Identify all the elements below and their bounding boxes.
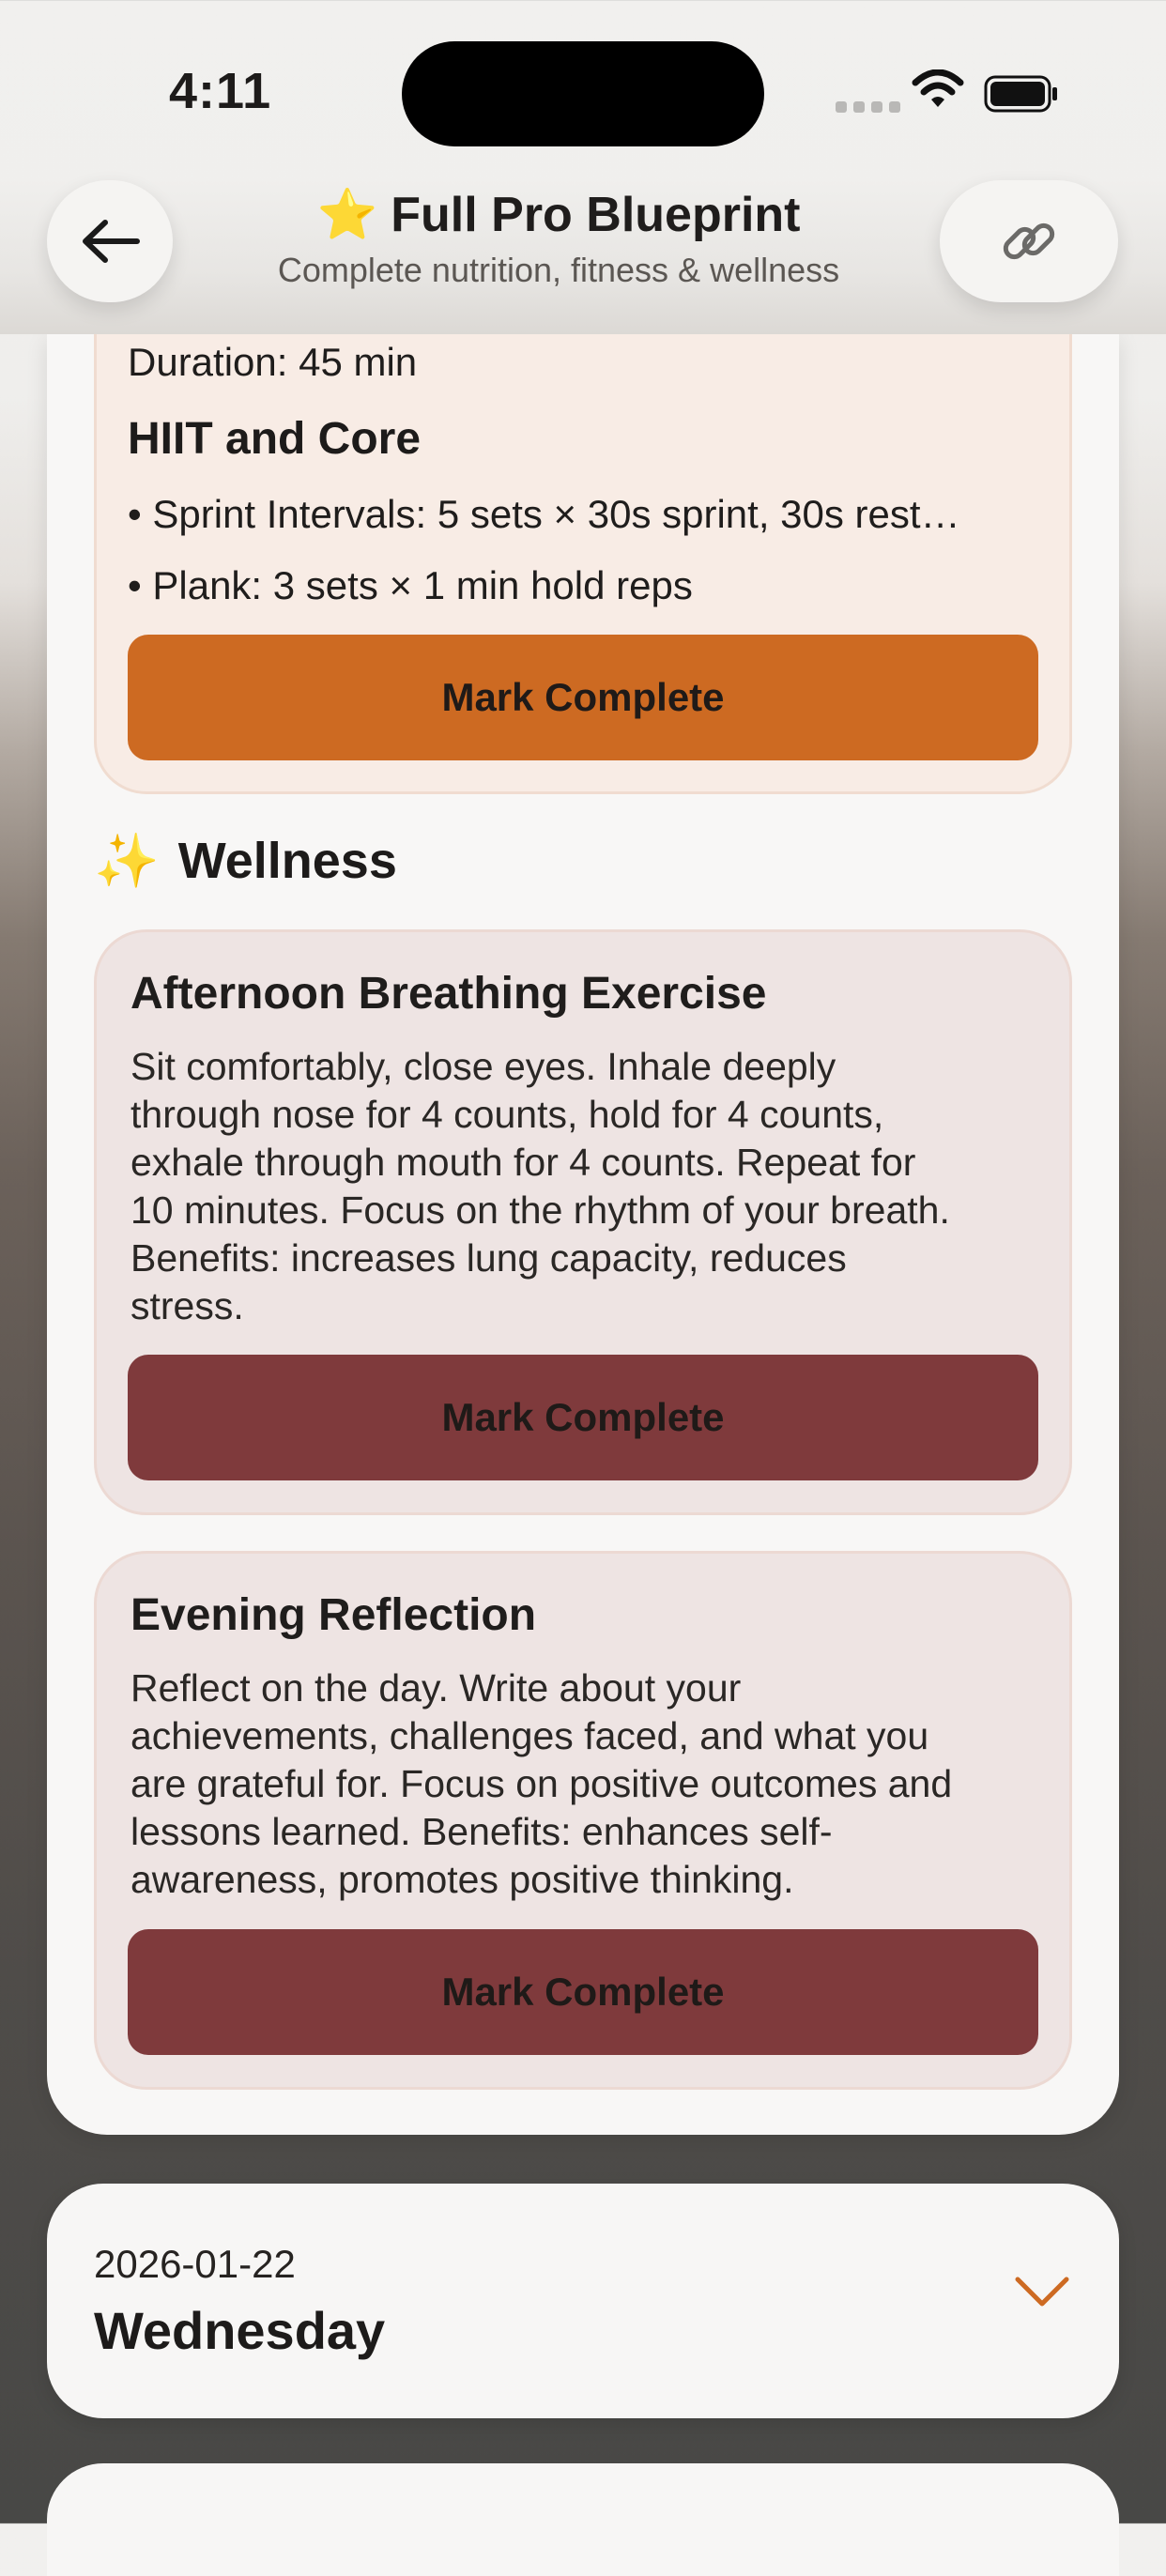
page-subtitle: Complete nutrition, fitness & wellness bbox=[277, 251, 840, 289]
status-time: 4:11 bbox=[169, 63, 272, 119]
reflection-mark-complete-button[interactable]: Mark Complete bbox=[128, 1929, 1038, 2055]
page-title-text: Full Pro Blueprint bbox=[391, 187, 801, 242]
battery-icon bbox=[984, 75, 1057, 113]
wellness-card-title: Evening Reflection bbox=[130, 1590, 537, 1640]
fitness-mark-complete-button[interactable]: Mark Complete bbox=[128, 635, 1038, 760]
exercise-item: • Sprint Intervals: 5 sets × 30s sprint,… bbox=[128, 492, 960, 536]
workout-name: HIIT and Core bbox=[128, 414, 422, 464]
link-icon bbox=[1003, 222, 1055, 260]
section-title-text: Wellness bbox=[177, 833, 397, 889]
sparkles-icon: ✨ bbox=[94, 831, 160, 890]
day-card-next[interactable] bbox=[47, 2463, 1119, 2576]
day-card-date: 2026-01-22 bbox=[94, 2242, 296, 2286]
day-card-weekday: Wednesday bbox=[94, 2301, 386, 2360]
share-link-button[interactable] bbox=[940, 180, 1118, 302]
dynamic-island bbox=[402, 41, 764, 146]
wifi-icon bbox=[912, 69, 964, 107]
cellular-signal-icon bbox=[836, 101, 900, 113]
wellness-section-title: ✨ Wellness bbox=[94, 830, 397, 892]
back-button[interactable] bbox=[47, 180, 173, 302]
day-card-wednesday[interactable]: 2026-01-22 Wednesday bbox=[47, 2184, 1119, 2418]
page-title-block: ⭐ Full Pro Blueprint Complete nutrition,… bbox=[188, 186, 929, 290]
workout-duration: Duration: 45 min bbox=[128, 340, 418, 384]
star-icon: ⭐ bbox=[316, 188, 378, 242]
arrow-left-icon bbox=[83, 220, 140, 263]
breathing-mark-complete-button[interactable]: Mark Complete bbox=[128, 1355, 1038, 1480]
wellness-card-description: Reflect on the day. Write about your ach… bbox=[130, 1666, 953, 1901]
chevron-down-icon[interactable] bbox=[1014, 2274, 1070, 2311]
wellness-card-title: Afternoon Breathing Exercise bbox=[130, 969, 767, 1019]
exercise-item: • Plank: 3 sets × 1 min hold reps bbox=[128, 563, 693, 607]
wellness-card-description: Sit comfortably, close eyes. Inhale deep… bbox=[130, 1045, 950, 1327]
page-title: ⭐ Full Pro Blueprint bbox=[188, 186, 929, 243]
